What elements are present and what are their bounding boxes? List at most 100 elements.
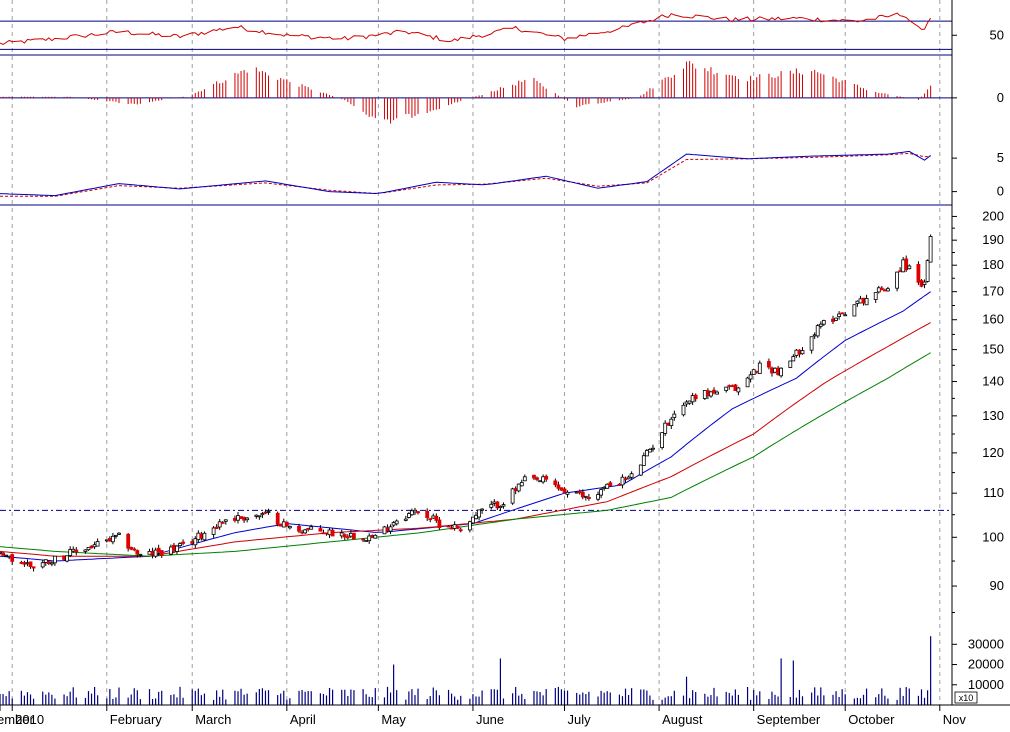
candle-body (727, 385, 732, 387)
candle-body (767, 361, 771, 368)
candle-body (394, 520, 399, 525)
candle-body (788, 360, 793, 368)
candle-body (687, 400, 692, 404)
macd-line-panel (0, 150, 931, 197)
candle-body (83, 549, 88, 552)
candle-body (223, 519, 228, 522)
candle-body (858, 298, 863, 304)
candle-body (855, 300, 860, 304)
candle-body (861, 297, 866, 304)
candle-body (126, 533, 131, 549)
candle-body (916, 263, 921, 283)
candle-body (159, 550, 164, 556)
candle-body (922, 281, 927, 285)
candle-body (492, 501, 497, 504)
candle-body (565, 491, 570, 495)
candle-body (62, 555, 66, 560)
candle-body (706, 390, 710, 397)
candle-body (111, 535, 115, 543)
candle-body (74, 549, 79, 553)
candle-body (596, 494, 600, 500)
candle-body (883, 289, 887, 292)
candle-body (712, 389, 716, 394)
candle-body (153, 549, 158, 557)
price-tick-label: 100 (982, 529, 1004, 544)
candle-body (193, 538, 198, 546)
candle-body (684, 401, 689, 405)
candle-body (370, 535, 375, 538)
candle-body (605, 483, 610, 489)
price-tick-label: 190 (982, 232, 1004, 247)
histogram-tick-label: 0 (997, 90, 1004, 105)
candle-body (577, 491, 582, 494)
candle-body (489, 503, 494, 508)
candle-body (46, 561, 51, 564)
candle-body (928, 236, 933, 263)
candle-body (541, 476, 545, 483)
rsi-tick-label: 50 (990, 27, 1004, 42)
candle-body (132, 548, 137, 551)
candle-body (175, 545, 179, 552)
candle-body (690, 395, 695, 403)
candle-body (553, 480, 558, 486)
candle-body (345, 536, 350, 539)
candle-body (480, 508, 485, 511)
candle-body (10, 554, 15, 562)
candle-body (876, 287, 881, 293)
candle-body (178, 543, 182, 546)
candle-body (745, 377, 750, 388)
candle-body (779, 367, 783, 377)
month-label: Nov (943, 712, 967, 727)
candle-body (559, 487, 564, 491)
month-label: March (195, 712, 231, 727)
candle-body (114, 534, 118, 537)
candle-body (834, 317, 838, 321)
price-tick-label: 170 (982, 284, 1004, 299)
candle-body (821, 320, 826, 325)
volume-tick-label: 10000 (968, 677, 1004, 692)
candle-body (68, 549, 73, 556)
candle-body (770, 367, 774, 374)
candle-body (281, 521, 286, 528)
candle-body (217, 521, 222, 528)
candle-body (318, 528, 323, 532)
candle-body (522, 476, 527, 482)
candle-body (117, 532, 121, 535)
volume-tick-label: 20000 (968, 657, 1004, 672)
candle-body (455, 526, 460, 529)
price-tick-label: 150 (982, 342, 1004, 357)
macd-tick-label: 5 (997, 150, 1004, 165)
candle-body (202, 532, 207, 541)
candle-body (65, 555, 69, 562)
candle-body (28, 561, 33, 568)
candle-body (431, 515, 436, 519)
candle-body (562, 488, 567, 493)
axes (0, 0, 1010, 706)
candle-body (873, 292, 878, 300)
price-tick-label: 200 (982, 208, 1004, 223)
macd-tick-label: 0 (997, 184, 1004, 199)
price-tick-label: 120 (982, 445, 1004, 460)
candle-body (266, 511, 271, 513)
candle-body (495, 501, 500, 509)
volume-tick-label: 30000 (968, 636, 1004, 651)
candle-body (190, 541, 195, 544)
candle-body (904, 258, 909, 271)
candle-body (364, 540, 369, 542)
candle-body (382, 526, 387, 535)
candle-body (898, 270, 902, 273)
candle-body (86, 547, 91, 551)
candle-body (171, 544, 176, 551)
candle-body (556, 484, 561, 489)
candle-body (458, 529, 463, 532)
moving-average-line (0, 352, 931, 557)
candle-body (580, 491, 585, 498)
price-tick-label: 90 (990, 578, 1004, 593)
candle-body (104, 539, 109, 542)
candle-body (629, 473, 634, 478)
candle-body (89, 545, 94, 549)
candle-body (40, 562, 45, 568)
candle-body (724, 386, 729, 391)
candle-body (641, 455, 646, 466)
candle-body (92, 544, 97, 548)
